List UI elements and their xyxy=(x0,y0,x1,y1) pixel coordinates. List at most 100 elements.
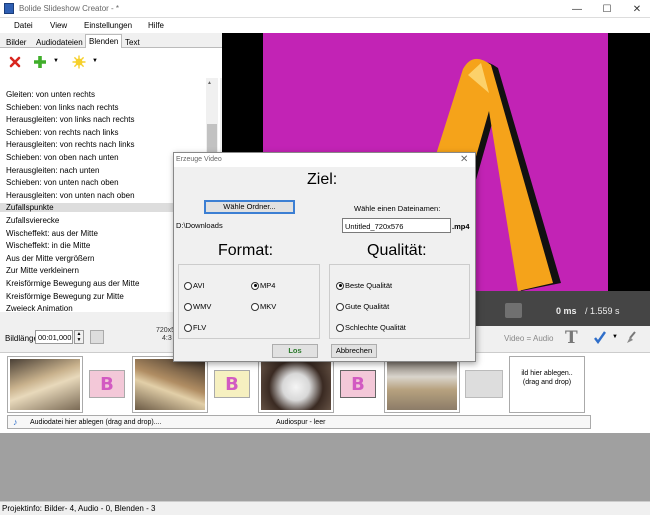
radio-avi xyxy=(184,281,192,290)
tab-bilder[interactable]: Bilder xyxy=(2,35,30,48)
transition-list-item[interactable]: Schieben: von oben nach unten xyxy=(6,153,119,162)
broom-icon[interactable] xyxy=(624,330,638,344)
minimize-icon[interactable]: — xyxy=(564,0,590,18)
quality-best-radio[interactable]: Beste Qualität xyxy=(336,281,392,290)
menu-datei[interactable]: Datei xyxy=(14,21,33,30)
time-readout: 0 ms / 1.559 s xyxy=(556,306,620,316)
music-note-icon: ♪ xyxy=(13,417,18,427)
effects-icon[interactable] xyxy=(72,55,86,69)
slide-thumbnail-4[interactable] xyxy=(384,356,460,413)
quality-bad-radio[interactable]: Schlechte Qualität xyxy=(336,323,406,332)
format-wmv-radio[interactable]: WMV xyxy=(184,302,211,311)
app-icon xyxy=(4,3,14,14)
radio-mp4 xyxy=(251,281,259,290)
background-color-swatch[interactable] xyxy=(90,330,104,344)
scroll-up-icon[interactable]: ▲ xyxy=(207,80,212,86)
aspect-ratio: 4:3 xyxy=(162,335,172,342)
slide-thumbnail-3[interactable] xyxy=(258,356,334,413)
dialog-title: Erzeuge Video xyxy=(176,156,222,163)
transition-list-item[interactable]: Herausgleiten: nach unten xyxy=(6,166,99,175)
transition-thumbnail-2[interactable]: B xyxy=(214,370,250,398)
transition-list-item[interactable]: Aus der Mitte vergrößern xyxy=(6,254,94,263)
go-button[interactable]: Los xyxy=(272,344,318,358)
file-extension: .mp4 xyxy=(452,222,470,231)
add-dropdown-icon[interactable]: ▼ xyxy=(53,58,59,64)
transition-list-item[interactable]: Kreisförmige Bewegung aus der Mitte xyxy=(6,279,139,288)
audio-track[interactable]: ♪ Audiodatei hier ablegen (drag and drop… xyxy=(7,415,591,429)
format-mp4-label: MP4 xyxy=(260,281,276,290)
format-avi-radio[interactable]: AVI xyxy=(184,281,205,290)
checkmark-dropdown-icon[interactable]: ▼ xyxy=(612,334,618,340)
project-info: Projektinfo: Bilder- 4, Audio - 0, Blend… xyxy=(2,504,156,513)
transition-thumbnail-1[interactable]: B xyxy=(89,370,125,398)
quality-bad-label: Schlechte Qualität xyxy=(345,323,406,332)
delete-icon[interactable] xyxy=(9,56,21,68)
transition-list-item[interactable]: Schieben: von unten nach oben xyxy=(6,178,119,187)
cancel-button[interactable]: Abbrechen xyxy=(331,344,377,358)
format-wmv-label: WMV xyxy=(193,302,212,311)
bildlaenge-input[interactable]: 00:01,000 xyxy=(35,330,73,344)
close-icon[interactable]: ✕ xyxy=(624,0,650,18)
transitions-toolbar: ▼ ▼ xyxy=(0,48,222,78)
format-flv-radio[interactable]: FLV xyxy=(184,323,206,332)
format-avi-label: AVI xyxy=(193,281,205,290)
workspace-background xyxy=(0,433,650,501)
radio-bad xyxy=(336,323,344,332)
choose-folder-button[interactable]: Wähle Ordner... xyxy=(204,200,295,214)
format-mp4-radio[interactable]: MP4 xyxy=(251,281,275,290)
filename-label: Wähle einen Dateinamen: xyxy=(354,204,441,213)
checkmark-icon[interactable] xyxy=(593,330,607,344)
slide-thumbnail-1[interactable] xyxy=(7,356,83,413)
transition-list-item[interactable]: Wischeffekt: in die Mitte xyxy=(6,241,90,250)
radio-good xyxy=(336,302,344,311)
filename-input[interactable]: Untitled_720x576 xyxy=(342,218,451,233)
total-duration: / 1.559 s xyxy=(585,306,620,316)
menu-hilfe[interactable]: Hilfe xyxy=(148,21,164,30)
tab-text[interactable]: Text xyxy=(121,35,144,48)
transition-list-item[interactable]: Herausgleiten: von links nach rechts xyxy=(6,115,135,124)
transition-list-item[interactable]: Wischeffekt: aus der Mitte xyxy=(6,229,98,238)
transition-list-item[interactable]: Herausgleiten: von unten nach oben xyxy=(6,191,135,200)
current-time: 0 ms xyxy=(556,306,577,316)
transition-list-item[interactable]: Herausgleiten: von rechts nach links xyxy=(6,140,135,149)
slide-thumbnail-2[interactable] xyxy=(132,356,208,413)
menu-view[interactable]: View xyxy=(50,21,67,30)
transition-list-item[interactable]: Kreisförmige Bewegung zur Mitte xyxy=(6,292,124,301)
dialog-close-icon[interactable]: ✕ xyxy=(460,154,468,165)
radio-best xyxy=(336,281,344,290)
radio-mkv xyxy=(251,302,259,311)
format-mkv-radio[interactable]: MKV xyxy=(251,302,276,311)
ziel-heading: Ziel: xyxy=(307,171,338,188)
quality-good-radio[interactable]: Gute Qualität xyxy=(336,302,389,311)
format-mkv-label: MKV xyxy=(260,302,277,311)
transition-list-item[interactable]: Zur Mitte verkleinern xyxy=(6,266,79,275)
transition-list-item[interactable]: Zufallsvierecke xyxy=(6,216,59,225)
folder-path: D:\Downloads xyxy=(176,221,223,230)
transition-list-item[interactable]: Schieben: von links nach rechts xyxy=(6,103,119,112)
format-heading: Format: xyxy=(218,242,274,259)
quality-good-label: Gute Qualität xyxy=(345,302,390,311)
transition-list-item[interactable]: Zweieck Animation xyxy=(6,304,73,313)
menu-einstellungen[interactable]: Einstellungen xyxy=(84,21,132,30)
empty-transition-slot[interactable] xyxy=(465,370,503,398)
transition-list-item[interactable]: Schieben: von rechts nach links xyxy=(6,128,119,137)
transition-list-item[interactable]: Gleiten: von unten rechts xyxy=(6,90,95,99)
image-drop-zone[interactable]: ild hier ablegen.. (drag and drop) xyxy=(509,356,585,413)
drop-zone-line2: (drag and drop) xyxy=(522,379,572,386)
bildlaenge-spinner[interactable]: ▲ ▼ xyxy=(74,330,84,344)
fullscreen-icon[interactable] xyxy=(505,303,522,318)
quality-heading: Qualität: xyxy=(367,242,427,259)
tab-blenden[interactable]: Blenden xyxy=(85,34,123,49)
transition-thumbnail-3[interactable]: B xyxy=(340,370,376,398)
radio-wmv xyxy=(184,302,192,311)
text-tool-icon[interactable]: T xyxy=(565,328,578,348)
video-audio-label: Video = Audio xyxy=(504,334,554,343)
add-icon[interactable] xyxy=(33,55,47,69)
left-tabs: Bilder Audiodateien Blenden Text xyxy=(0,33,222,49)
tab-audiodateien[interactable]: Audiodateien xyxy=(32,35,87,48)
maximize-icon[interactable]: ☐ xyxy=(594,0,620,18)
drop-zone-line1: ild hier ablegen.. xyxy=(521,370,573,377)
audio-drop-hint: Audiodatei hier ablegen (drag and drop).… xyxy=(30,419,162,426)
format-flv-label: FLV xyxy=(193,323,207,332)
effects-dropdown-icon[interactable]: ▼ xyxy=(92,58,98,64)
